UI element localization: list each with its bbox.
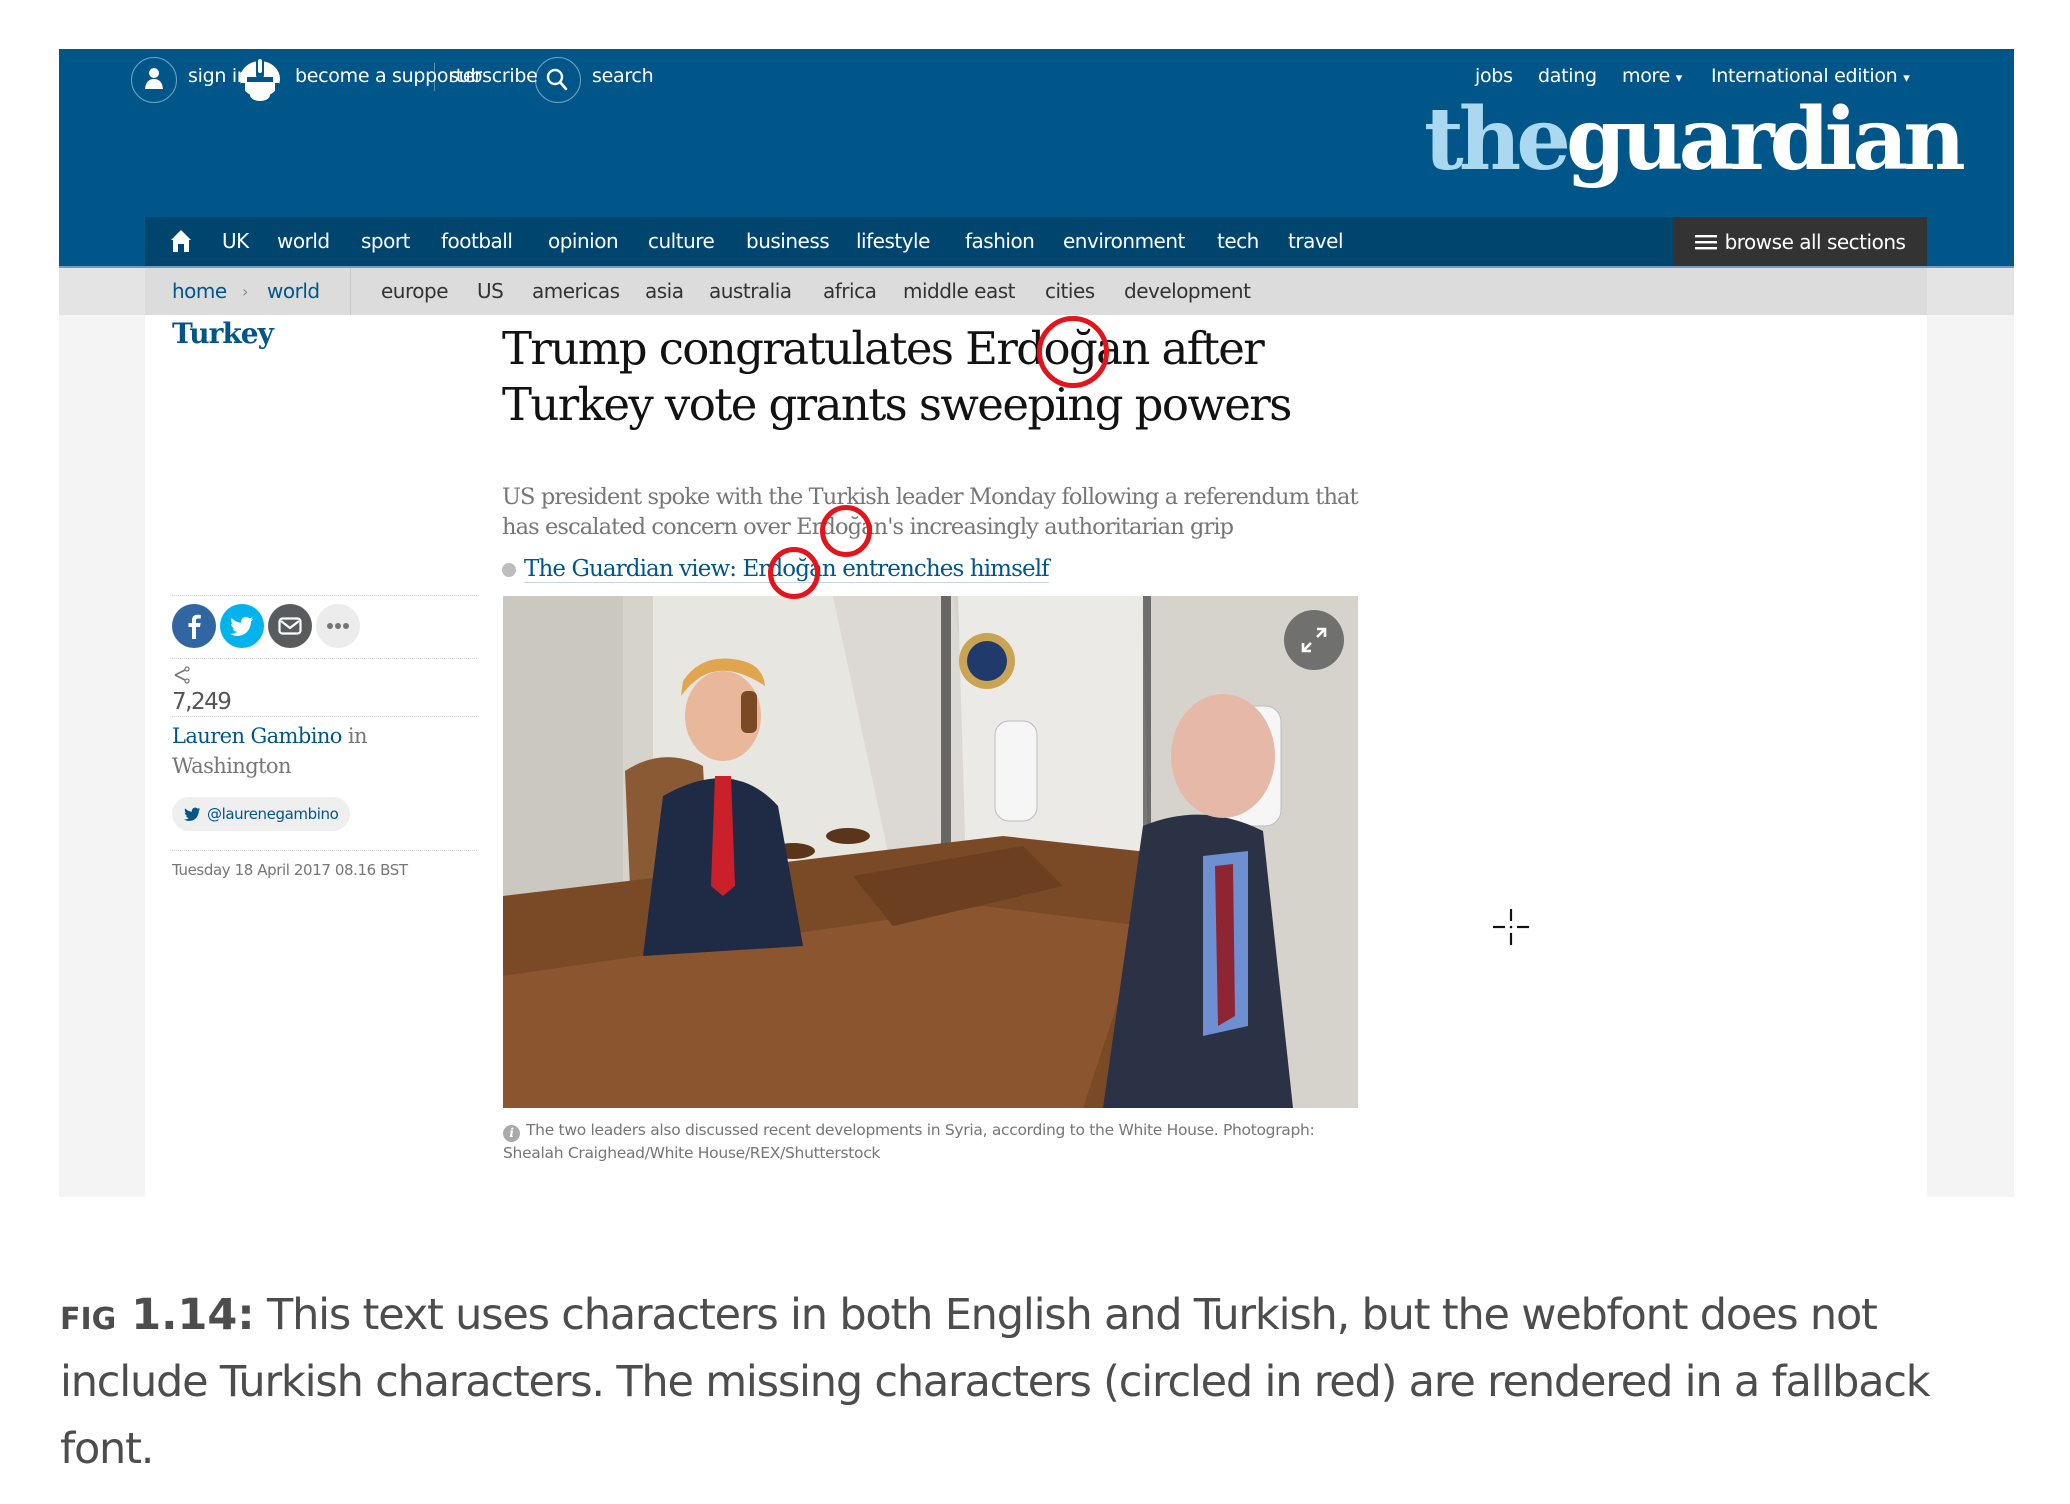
nav-lifestyle[interactable]: lifestyle xyxy=(856,229,930,253)
annotation-circle-standfirst xyxy=(820,505,872,557)
share-count: 7,249 xyxy=(172,689,232,715)
nav-culture[interactable]: culture xyxy=(648,229,715,253)
nav-sport[interactable]: sport xyxy=(361,229,410,253)
nav-world[interactable]: world xyxy=(277,229,330,253)
expand-image-button[interactable] xyxy=(1284,610,1344,670)
email-share-button[interactable] xyxy=(268,604,312,648)
standfirst-line-1: US president spoke with the Turkish lead… xyxy=(502,484,1359,510)
nav-opinion[interactable]: opinion xyxy=(548,229,619,253)
nav-uk[interactable]: UK xyxy=(222,229,249,253)
jobs-link[interactable]: jobs xyxy=(1475,65,1513,87)
home-icon[interactable] xyxy=(170,229,192,253)
sign-in-avatar-icon[interactable] xyxy=(131,57,177,103)
logo-guardian: guardian xyxy=(1565,89,1966,190)
page-gutter-right xyxy=(1927,315,2014,1197)
author-location: Washington xyxy=(172,754,291,778)
dateline: Tuesday 18 April 2017 08.16 BST xyxy=(172,861,408,879)
divider xyxy=(350,268,351,315)
nav-environment[interactable]: environment xyxy=(1063,229,1185,253)
nav-tech[interactable]: tech xyxy=(1217,229,1259,253)
figure-text: This text uses characters in both Englis… xyxy=(60,1290,1931,1474)
more-dots-icon xyxy=(327,623,349,629)
subnav-americas[interactable]: americas xyxy=(532,279,620,303)
subnav-gutter xyxy=(1927,268,2014,317)
more-label: more xyxy=(1622,65,1671,87)
breadcrumb-home[interactable]: home xyxy=(172,279,227,303)
divider xyxy=(172,595,477,596)
article-standfirst: US president spoke with the Turkish lead… xyxy=(502,482,1382,542)
twitter-handle: @laurenegambino xyxy=(207,805,339,823)
dating-link[interactable]: dating xyxy=(1538,65,1597,87)
divider xyxy=(172,716,477,717)
chevron-down-icon: ▾ xyxy=(1675,71,1683,86)
search-icon[interactable] xyxy=(535,57,581,103)
guardian-logo[interactable]: theguardian xyxy=(1424,97,1966,183)
twitter-share-button[interactable] xyxy=(220,604,264,648)
subnav-development[interactable]: development xyxy=(1124,279,1251,303)
nav-fashion[interactable]: fashion xyxy=(965,229,1035,253)
byline-in: in xyxy=(341,724,368,748)
divider xyxy=(434,63,435,91)
subnav-middle-east[interactable]: middle east xyxy=(903,279,1015,303)
subnav-australia[interactable]: australia xyxy=(709,279,792,303)
subnav-africa[interactable]: africa xyxy=(823,279,877,303)
nav-gutter xyxy=(59,217,145,266)
share-icon xyxy=(172,666,190,684)
facebook-icon xyxy=(188,614,201,639)
subsection-nav: home › world europe US americas asia aus… xyxy=(59,266,2014,317)
expand-arrows-icon xyxy=(1301,627,1327,653)
guardian-g-icon xyxy=(239,55,281,105)
divider xyxy=(172,658,477,659)
annotation-circle-headline xyxy=(1037,316,1109,388)
author-twitter-link[interactable]: @laurenegambino xyxy=(172,797,351,831)
crosshair-cursor-icon xyxy=(1491,907,1531,947)
subnav-cities[interactable]: cities xyxy=(1045,279,1095,303)
more-share-button[interactable] xyxy=(316,604,360,648)
nav-business[interactable]: business xyxy=(746,229,830,253)
figure-label: fig 1.14: xyxy=(60,1290,255,1340)
standfirst-line-2: has escalated concern over Erdoğan's inc… xyxy=(502,514,1234,540)
subscribe-link[interactable]: subscribe xyxy=(449,65,538,87)
info-icon: i xyxy=(503,1125,520,1142)
twitter-icon xyxy=(230,616,253,636)
hamburger-icon xyxy=(1694,234,1717,249)
subnav-us[interactable]: US xyxy=(477,279,504,303)
figure-caption: fig 1.14: This text uses characters in b… xyxy=(60,1282,2020,1483)
browse-all-sections-button[interactable]: browse all sections xyxy=(1673,217,1927,266)
section-nav: UK world sport football opinion culture … xyxy=(59,217,2014,266)
article-main-image[interactable] xyxy=(503,596,1358,1108)
headline-line-2: Turkey vote grants sweeping powers xyxy=(502,378,1292,431)
nav-travel[interactable]: travel xyxy=(1288,229,1344,253)
annotation-circle-related-link xyxy=(768,547,820,599)
subnav-europe[interactable]: europe xyxy=(381,279,449,303)
search-link[interactable]: search xyxy=(592,65,654,87)
image-caption: i The two leaders also discussed recent d… xyxy=(503,1119,1363,1164)
logo-the: the xyxy=(1424,89,1571,190)
subnav-asia[interactable]: asia xyxy=(645,279,684,303)
byline: Lauren Gambino in Washington xyxy=(172,721,472,781)
twitter-bird-icon xyxy=(184,807,201,821)
breadcrumb-world[interactable]: world xyxy=(267,279,320,303)
divider xyxy=(172,850,477,851)
email-icon xyxy=(278,617,302,635)
page-gutter-left xyxy=(59,315,145,1197)
section-kicker[interactable]: Turkey xyxy=(172,317,274,350)
nav-gutter xyxy=(1927,217,2014,266)
breadcrumb-chevron-icon: › xyxy=(242,282,248,301)
author-link[interactable]: Lauren Gambino xyxy=(172,724,342,748)
article-headline: Trump congratulates Erdoğan after Turkey… xyxy=(502,321,1382,433)
facebook-share-button[interactable] xyxy=(172,604,216,648)
subnav-gutter xyxy=(59,268,145,317)
caption-text: The two leaders also discussed recent de… xyxy=(503,1121,1315,1162)
bullet-icon xyxy=(502,562,516,577)
masthead: sign in become a supporter subscribe sea… xyxy=(59,49,2014,217)
guardian-article-screenshot: sign in become a supporter subscribe sea… xyxy=(59,49,2014,1197)
browse-all-label: browse all sections xyxy=(1724,229,1906,254)
edition-selector[interactable]: International edition ▾ xyxy=(1711,65,1910,87)
edition-label: International edition xyxy=(1711,65,1898,87)
more-menu[interactable]: more ▾ xyxy=(1622,65,1682,87)
chevron-down-icon: ▾ xyxy=(1903,71,1910,86)
headline-line-1: Trump congratulates Erdoğan after xyxy=(502,322,1265,375)
nav-football[interactable]: football xyxy=(441,229,513,253)
